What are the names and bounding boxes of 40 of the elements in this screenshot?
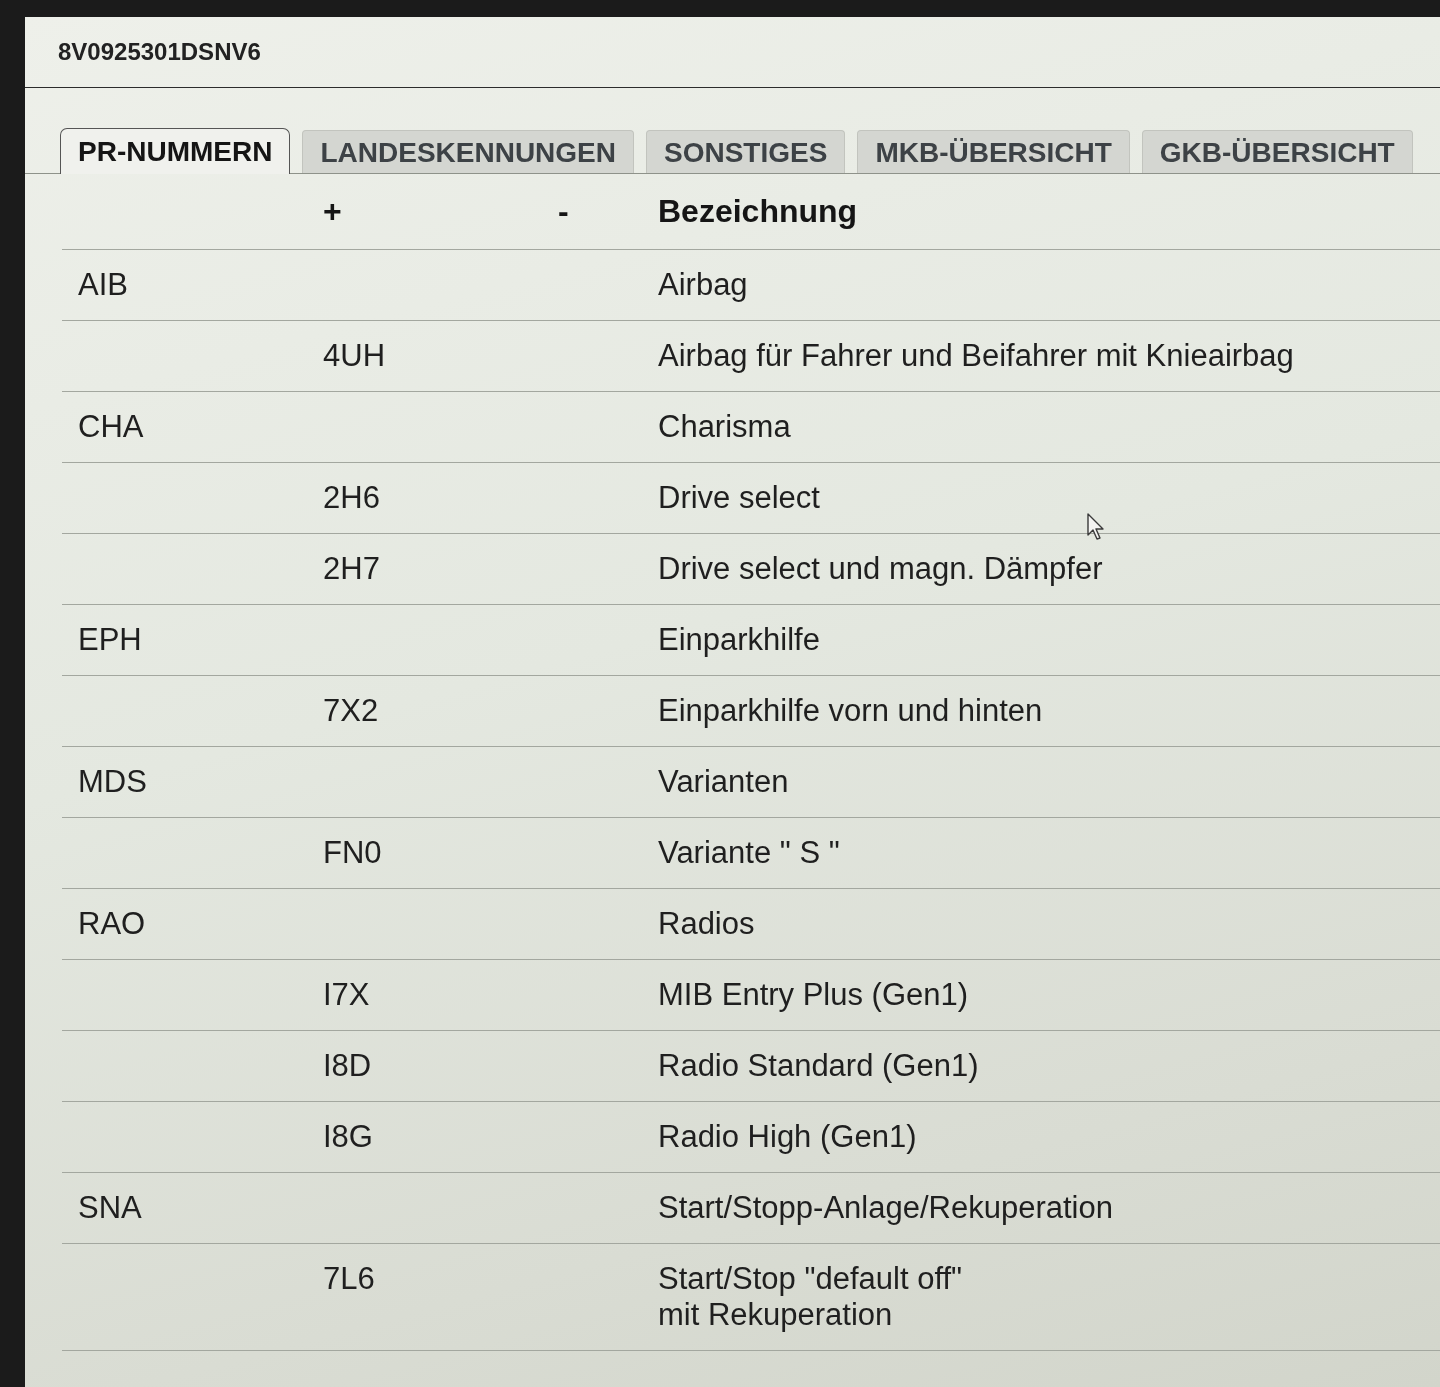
tab[interactable]: PR-NUMMERN <box>60 128 291 174</box>
mouse-pointer-icon <box>1087 513 1105 541</box>
description-text: Airbag für Fahrer und Beifahrer mit Knieairbag <box>658 338 1294 373</box>
tab[interactable]: MKB-ÜBERSICHT <box>857 130 1130 173</box>
description-text: Drive select <box>658 480 820 515</box>
pr-family-code: MDS <box>78 764 147 799</box>
description-text: Radios <box>658 906 755 941</box>
column-header: Bezeichnung <box>658 193 858 229</box>
description-text: Drive select und magn. Dämpfer <box>658 551 1103 586</box>
description-text: Start/Stop "default off" mit Rekuperation <box>658 1261 963 1332</box>
pr-number: I7X <box>323 977 370 1012</box>
description-text: MIB Entry Plus (Gen1) <box>658 977 969 1012</box>
window-title: 8V0925301DSNV6 <box>58 38 261 66</box>
description-text: Airbag <box>658 267 748 302</box>
description-text: Einparkhilfe vorn und hinten <box>658 693 1043 728</box>
tab[interactable]: LANDESKENNUNGEN <box>302 130 634 173</box>
description-text: Varianten <box>658 764 789 799</box>
column-header: + <box>323 193 342 229</box>
description-text: Einparkhilfe <box>658 622 820 657</box>
pr-number: 2H7 <box>323 551 380 586</box>
pr-number: 4UH <box>323 338 385 373</box>
pr-number: 2H6 <box>323 480 380 515</box>
pr-family-code: EPH <box>78 622 142 657</box>
description-text: Start/Stopp-Anlage/Rekuperation <box>658 1190 1113 1225</box>
pr-family-code: RAO <box>78 906 146 941</box>
description-text: Radio High (Gen1) <box>658 1119 917 1154</box>
pr-number: I8G <box>323 1119 373 1154</box>
description-text: Radio Standard (Gen1) <box>658 1048 979 1083</box>
pr-number: 7L6 <box>323 1261 375 1296</box>
pr-number: 7X2 <box>323 693 379 728</box>
pr-family-code: SNA <box>78 1190 142 1225</box>
description-text: Variante " S " <box>658 835 840 870</box>
pr-number: FN0 <box>323 835 382 870</box>
column-header: - <box>558 193 569 229</box>
description-text: Charisma <box>658 409 791 444</box>
pr-family-code: AIB <box>78 267 128 302</box>
tab[interactable]: SONSTIGES <box>646 130 846 173</box>
tab[interactable]: GKB-ÜBERSICHT <box>1141 130 1413 173</box>
pr-family-code: CHA <box>78 409 144 444</box>
pr-number: I8D <box>323 1048 372 1083</box>
